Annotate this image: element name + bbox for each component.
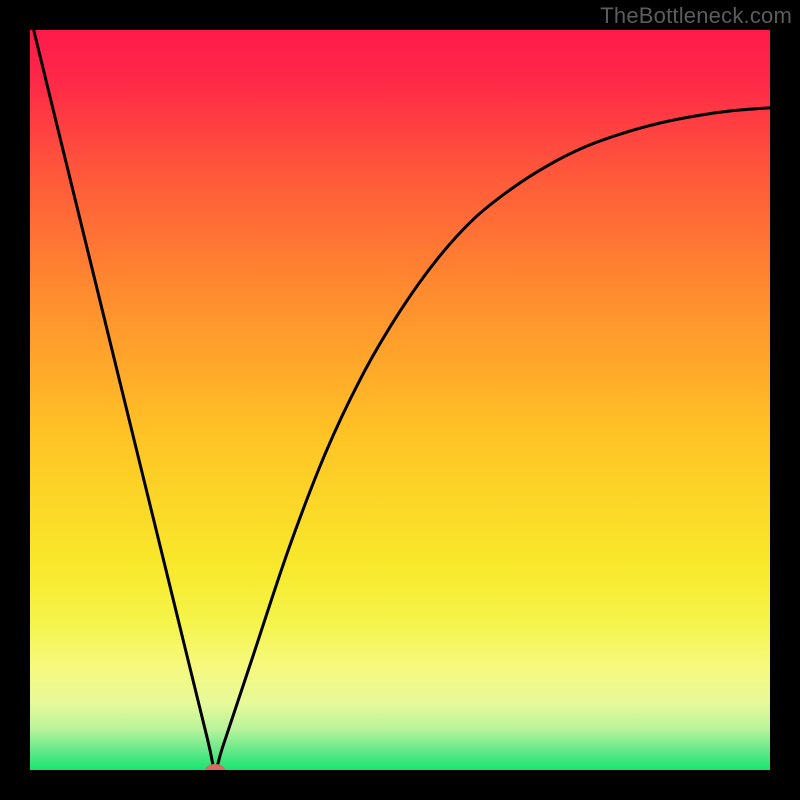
chart-background: [30, 30, 770, 770]
watermark-text: TheBottleneck.com: [600, 3, 792, 29]
bottleneck-chart: [30, 30, 770, 770]
chart-frame: TheBottleneck.com: [0, 0, 800, 800]
